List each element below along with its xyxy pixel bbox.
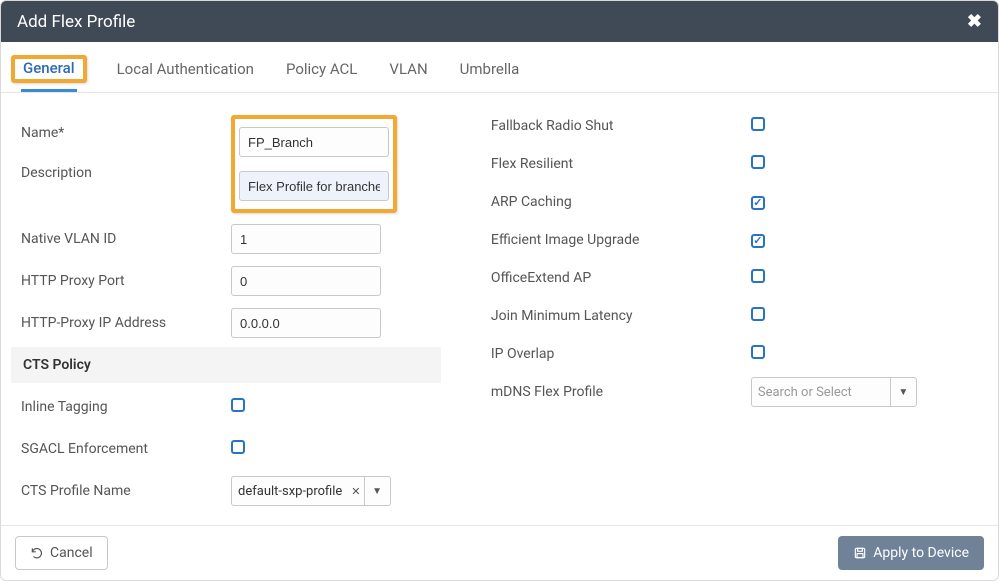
mdns-flex-profile-placeholder: Search or Select [752, 378, 890, 406]
tab-local-authentication[interactable]: Local Authentication [115, 54, 256, 84]
tab-policy-acl[interactable]: Policy ACL [284, 54, 359, 84]
efficient-image-upgrade-checkbox[interactable] [751, 234, 765, 248]
ip-overlap-checkbox[interactable] [751, 345, 765, 359]
cts-policy-section-header: CTS Policy [11, 347, 441, 383]
add-flex-profile-modal: Add Flex Profile ✖ General Local Authent… [0, 0, 999, 581]
sgacl-enforcement-checkbox[interactable] [231, 440, 245, 454]
cts-profile-name-label: CTS Profile Name [21, 483, 231, 499]
name-input[interactable] [239, 127, 389, 157]
clear-icon[interactable]: ✕ [348, 477, 363, 505]
cancel-button[interactable]: Cancel [15, 536, 108, 570]
right-column: Fallback Radio Shut Flex Resilient ARP C… [481, 107, 970, 515]
flex-resilient-label: Flex Resilient [491, 156, 751, 172]
description-label: Description [21, 165, 92, 181]
close-icon[interactable]: ✖ [967, 11, 982, 32]
fallback-radio-shut-label: Fallback Radio Shut [491, 118, 751, 134]
undo-icon [30, 546, 44, 560]
modal-header: Add Flex Profile ✖ [1, 1, 998, 42]
join-minimum-latency-checkbox[interactable] [751, 307, 765, 321]
tab-general[interactable]: General [21, 53, 77, 83]
arp-caching-checkbox[interactable] [751, 196, 765, 210]
http-proxy-port-label: HTTP Proxy Port [21, 273, 231, 289]
inline-tagging-label: Inline Tagging [21, 399, 231, 415]
native-vlan-input[interactable] [231, 224, 381, 254]
tab-umbrella[interactable]: Umbrella [458, 54, 522, 84]
sgacl-enforcement-label: SGACL Enforcement [21, 441, 231, 457]
save-icon [853, 546, 867, 560]
mdns-flex-profile-label: mDNS Flex Profile [491, 384, 751, 400]
ip-overlap-label: IP Overlap [491, 346, 751, 362]
inline-tagging-checkbox[interactable] [231, 398, 245, 412]
tab-bar: General Local Authentication Policy ACL … [1, 42, 998, 93]
cts-profile-name-value: default-sxp-profile [232, 477, 348, 505]
cts-profile-name-select[interactable]: default-sxp-profile ✕ ▼ [231, 476, 391, 506]
officeextend-ap-label: OfficeExtend AP [491, 270, 751, 286]
chevron-down-icon[interactable]: ▼ [364, 477, 390, 505]
chevron-down-icon[interactable]: ▼ [890, 378, 916, 406]
efficient-image-upgrade-label: Efficient Image Upgrade [491, 232, 751, 248]
http-proxy-port-input[interactable] [231, 266, 381, 296]
left-column: Name* Description Native VLAN ID [11, 107, 441, 515]
tab-vlan[interactable]: VLAN [387, 54, 429, 84]
highlight-name-description [231, 115, 397, 213]
highlight-general-tab: General [11, 55, 87, 83]
apply-to-device-button[interactable]: Apply to Device [838, 536, 984, 570]
mdns-flex-profile-select[interactable]: Search or Select ▼ [751, 377, 917, 407]
officeextend-ap-checkbox[interactable] [751, 269, 765, 283]
flex-resilient-checkbox[interactable] [751, 155, 765, 169]
http-proxy-ip-input[interactable] [231, 308, 381, 338]
modal-title: Add Flex Profile [17, 12, 135, 32]
description-input[interactable] [239, 171, 389, 201]
cancel-button-label: Cancel [50, 545, 93, 561]
apply-button-label: Apply to Device [873, 545, 969, 561]
fallback-radio-shut-checkbox[interactable] [751, 117, 765, 131]
name-label: Name* [21, 125, 64, 141]
http-proxy-ip-label: HTTP-Proxy IP Address [21, 315, 231, 331]
arp-caching-label: ARP Caching [491, 194, 751, 210]
form-body: Name* Description Native VLAN ID [1, 93, 998, 525]
native-vlan-label: Native VLAN ID [21, 231, 231, 247]
join-minimum-latency-label: Join Minimum Latency [491, 308, 751, 324]
modal-footer: Cancel Apply to Device [1, 525, 998, 580]
